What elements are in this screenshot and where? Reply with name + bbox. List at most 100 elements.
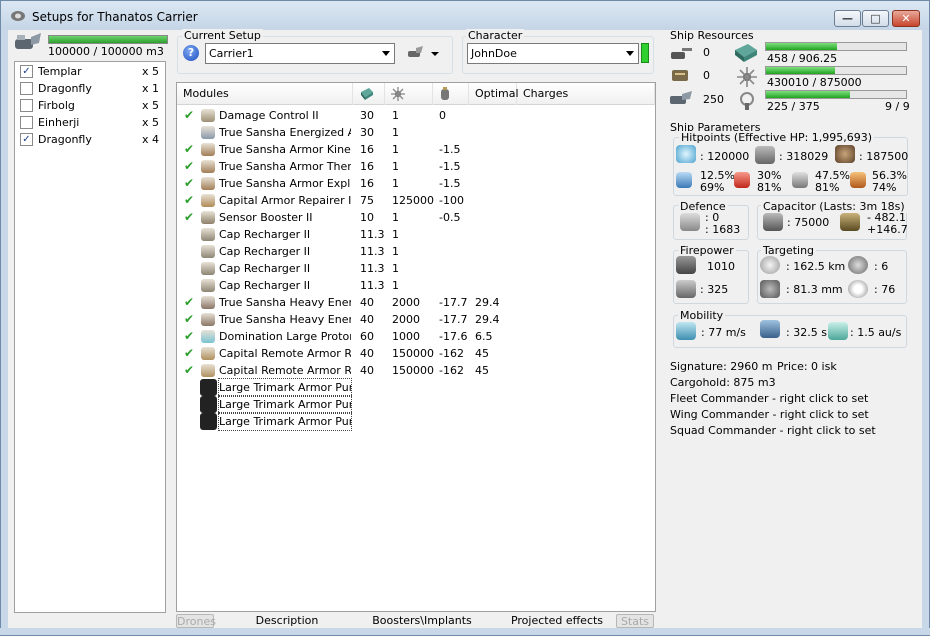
- module-row[interactable]: Cap Recharger II 11.3 1: [177, 243, 655, 260]
- drone-count: x 5: [141, 99, 159, 112]
- tab-description[interactable]: Description: [222, 614, 352, 628]
- module-name: Capital Remote Armor Re...: [219, 364, 351, 377]
- rig-slots-text: 9 / 9: [885, 100, 910, 113]
- drone-list-item[interactable]: ✓ Dragonfly x 4: [15, 131, 165, 148]
- armor-membrane-icon: [201, 126, 215, 139]
- module-row[interactable]: True Sansha Energized A... 30 1: [177, 124, 655, 141]
- column-modules[interactable]: Modules: [177, 83, 353, 105]
- module-row[interactable]: ✔ Capital Remote Armor Re... 40 150000 -162 4…: [177, 362, 655, 379]
- mobility-speed: : 77 m/s: [701, 326, 746, 339]
- defence-bottom: : 1683: [705, 223, 741, 236]
- module-active-check-icon: ✔: [184, 142, 195, 156]
- module-optimal: 45: [475, 347, 489, 360]
- tab-boosters-implants[interactable]: Boosters\Implants: [352, 614, 492, 628]
- module-row[interactable]: ✔ True Sansha Heavy Ener... 40 2000 -17.7 29.…: [177, 294, 655, 311]
- setup-select[interactable]: Carrier1: [205, 43, 395, 64]
- cpu-bar-fill: [766, 43, 837, 50]
- tab-drones[interactable]: Drones: [176, 614, 216, 628]
- cap-recharger-icon: [201, 279, 215, 292]
- minimize-button[interactable]: —: [834, 10, 861, 27]
- module-cpu: 40: [360, 347, 374, 360]
- turret-hardpoint-icon: [671, 48, 692, 59]
- drone-bay-capacity-fill: [49, 36, 167, 43]
- modules-table[interactable]: Modules Optimal Charges ✔ Damage Control …: [176, 82, 656, 612]
- module-name: True Sansha Armor Ther...: [219, 160, 351, 173]
- bottom-tabs: Drones Description Boosters\Implants Pro…: [176, 613, 656, 629]
- module-cpu: 11.3: [360, 228, 385, 241]
- column-capacitor[interactable]: [433, 83, 469, 105]
- drone-list-item[interactable]: ✓ Templar x 5: [15, 63, 165, 80]
- drone-checkbox[interactable]: ✓: [20, 65, 33, 78]
- tab-stats[interactable]: Stats: [616, 614, 654, 628]
- warp-speed-icon: [828, 322, 848, 340]
- module-cpu: 16: [360, 143, 374, 156]
- drone-checkbox[interactable]: ✓: [20, 133, 33, 146]
- drone-checkbox[interactable]: [20, 116, 33, 129]
- launcher-slots-value: 0: [703, 69, 710, 82]
- module-row[interactable]: Cap Recharger II 11.3 1: [177, 226, 655, 243]
- close-button[interactable]: ✕: [892, 10, 920, 27]
- drone-list-item[interactable]: Dragonfly x 1: [15, 80, 165, 97]
- drone-name: Dragonfly: [38, 133, 92, 146]
- column-cpu[interactable]: [353, 83, 385, 105]
- module-active-check-icon: ✔: [184, 193, 195, 207]
- module-name: Sensor Booster II: [219, 211, 313, 224]
- calibration-text: 225 / 375: [767, 100, 820, 113]
- column-charges[interactable]: Charges: [517, 83, 655, 105]
- module-name: Capital Remote Armor Re...: [219, 347, 351, 360]
- sensor-booster-icon: [201, 211, 215, 224]
- module-capacitor: -162: [439, 347, 464, 360]
- powergrid-resource-icon: [737, 67, 757, 87]
- module-capacitor: -1.5: [439, 143, 461, 156]
- squad-commander-slot[interactable]: Squad Commander - right click to set: [670, 424, 876, 437]
- cpu-resource-icon: [735, 44, 757, 62]
- module-row[interactable]: ✔ True Sansha Heavy Ener... 40 2000 -17.7 29.…: [177, 311, 655, 328]
- module-row[interactable]: Cap Recharger II 11.3 1: [177, 260, 655, 277]
- column-optimal[interactable]: Optimal: [469, 83, 519, 105]
- module-row[interactable]: ✔ True Sansha Armor Explo... 16 1 -1.5: [177, 175, 655, 192]
- module-row[interactable]: ✔ Sensor Booster II 10 1 -0.5: [177, 209, 655, 226]
- module-row[interactable]: ✔ Damage Control II 30 1 0: [177, 107, 655, 124]
- column-powergrid[interactable]: [385, 83, 433, 105]
- character-select[interactable]: JohnDoe: [467, 43, 639, 64]
- module-powergrid: 1: [392, 262, 399, 275]
- module-active-check-icon: ✔: [184, 210, 195, 224]
- signature-text: Signature: 2960 m: [670, 360, 773, 373]
- module-row[interactable]: Large Trimark Armor Pump I: [177, 412, 655, 431]
- help-icon[interactable]: ?: [183, 45, 199, 61]
- firepower-bottom: : 325: [700, 283, 729, 296]
- scan-resolution-icon: [760, 280, 780, 298]
- module-row[interactable]: ✔ Capital Remote Armor Re... 40 150000 -162 4…: [177, 345, 655, 362]
- drone-name: Einherji: [38, 116, 80, 129]
- module-row[interactable]: ✔ True Sansha Armor Ther... 16 1 -1.5: [177, 158, 655, 175]
- module-name: True Sansha Armor Kineti...: [219, 143, 351, 156]
- structure-hp: : 187500: [859, 150, 909, 163]
- drone-menu-icon[interactable]: [406, 45, 424, 61]
- module-row[interactable]: ✔ True Sansha Armor Kineti... 16 1 -1.5: [177, 141, 655, 158]
- drone-list[interactable]: ✓ Templar x 5 Dragonfly x 1 Firbolg x 5 …: [14, 61, 166, 613]
- tab-projected-effects[interactable]: Projected effects: [492, 614, 622, 628]
- module-cpu: 40: [360, 313, 374, 326]
- window-frame-left: [0, 30, 8, 636]
- module-row[interactable]: Cap Recharger II 11.3 1: [177, 277, 655, 294]
- drone-list-item[interactable]: Einherji x 5: [15, 114, 165, 131]
- drone-checkbox[interactable]: [20, 99, 33, 112]
- drone-checkbox[interactable]: [20, 82, 33, 95]
- module-row[interactable]: ✔ Capital Armor Repairer I 75 125000 -100: [177, 192, 655, 209]
- window-frame-right: [922, 30, 930, 636]
- fleet-commander-slot[interactable]: Fleet Commander - right click to set: [670, 392, 868, 405]
- wing-commander-slot[interactable]: Wing Commander - right click to set: [670, 408, 869, 421]
- calibration-icon: [740, 92, 754, 110]
- module-row[interactable]: Large Trimark Armor Pump I: [177, 378, 655, 397]
- armor-repairer-icon: [201, 194, 215, 207]
- kinetic-resist-icon: [792, 172, 808, 188]
- maximize-button[interactable]: □: [862, 10, 889, 27]
- volley-icon: [676, 280, 696, 298]
- module-powergrid: 1: [392, 143, 399, 156]
- module-row[interactable]: Large Trimark Armor Pump I: [177, 395, 655, 414]
- drone-menu-chevron-icon[interactable]: [431, 52, 439, 56]
- defence-label: Defence: [678, 200, 728, 213]
- drone-list-item[interactable]: Firbolg x 5: [15, 97, 165, 114]
- character-label: Character: [466, 29, 525, 42]
- module-row[interactable]: ✔ Domination Large Proton ... 60 1000 -17.6 6…: [177, 328, 655, 345]
